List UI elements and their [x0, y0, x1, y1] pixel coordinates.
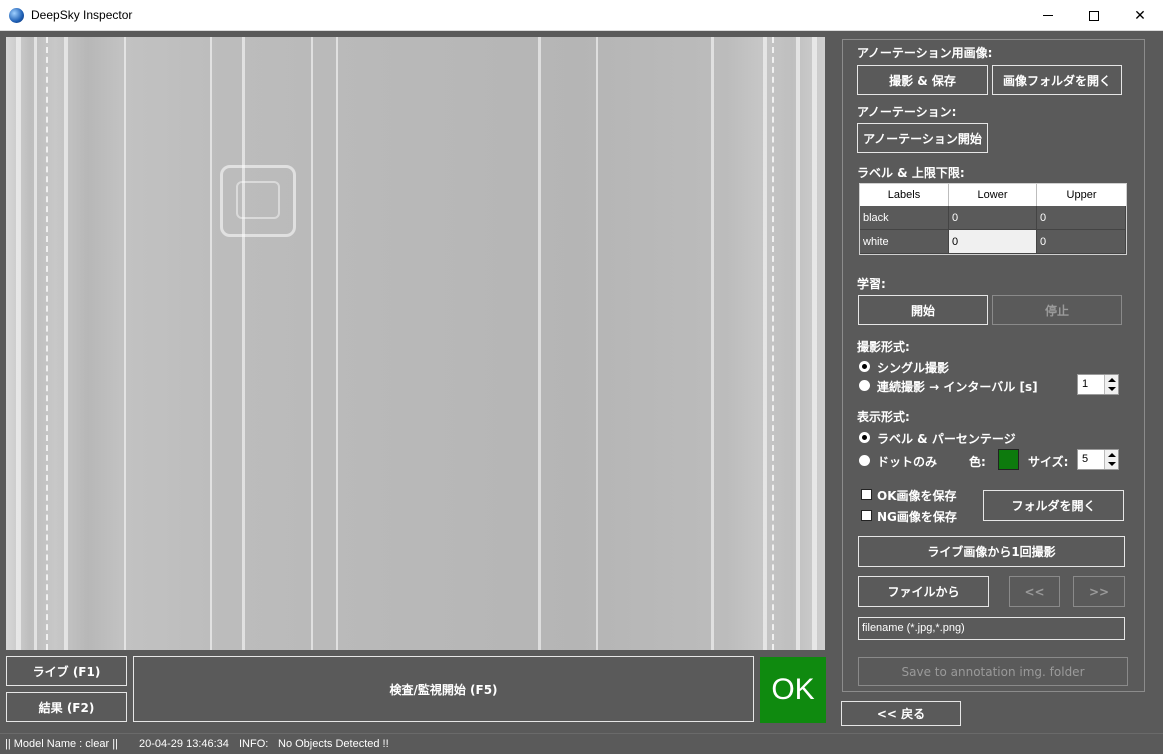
display-mode-label: 表示形式:	[857, 410, 910, 424]
from-file-button[interactable]: ファイルから	[858, 576, 989, 607]
annotation-images-label: アノーテーション用画像:	[857, 46, 993, 60]
window-title: DeepSky Inspector	[31, 8, 133, 22]
learning-label: 学習:	[857, 277, 886, 291]
next-file-button[interactable]: >>	[1073, 576, 1125, 607]
column-header-upper: Upper	[1066, 189, 1097, 201]
status-level: INFO:	[239, 738, 269, 750]
close-button[interactable]: ✕	[1117, 0, 1163, 31]
status-timestamp: 20-04-29 13:46:34	[139, 738, 229, 750]
save-ok-label: OK画像を保存	[877, 489, 957, 503]
learning-stop-button[interactable]: 停止	[992, 295, 1122, 325]
labels-table: Labels Lower Upper black 0 0 white 0 0	[859, 183, 1127, 255]
back-button[interactable]: << 戻る	[841, 701, 961, 726]
table-cell-lower[interactable]: 0	[949, 206, 1037, 230]
labels-limits-label: ラベル & 上限下限:	[857, 166, 965, 180]
interval-stepper[interactable]: 1	[1077, 374, 1119, 395]
capture-save-button[interactable]: 撮影 & 保存	[857, 65, 988, 95]
live-button[interactable]: ライブ (F1)	[6, 656, 127, 686]
save-ok-checkbox[interactable]	[861, 489, 872, 500]
label-percent-label: ラベル & パーセンテージ	[877, 432, 1016, 446]
size-value: 5	[1082, 453, 1089, 465]
table-cell-lower-editing[interactable]: 0	[949, 230, 1037, 254]
size-label: サイズ:	[1028, 455, 1069, 469]
column-header-lower: Lower	[949, 184, 1037, 206]
color-swatch[interactable]	[998, 449, 1019, 470]
capture-once-button[interactable]: ライブ画像から1回撮影	[858, 536, 1125, 567]
single-capture-label: シングル撮影	[877, 361, 950, 375]
label-percent-radio[interactable]	[859, 432, 870, 443]
table-cell-upper[interactable]: 0	[1037, 230, 1126, 254]
prev-file-button[interactable]: <<	[1009, 576, 1060, 607]
close-icon: ✕	[1134, 7, 1146, 24]
stepper-down-icon[interactable]	[1108, 387, 1116, 391]
learning-start-button[interactable]: 開始	[858, 295, 988, 325]
save-ng-label: NG画像を保存	[877, 510, 957, 524]
result-button[interactable]: 結果 (F2)	[6, 692, 127, 722]
save-ng-checkbox[interactable]	[861, 510, 872, 521]
open-image-folder-button[interactable]: 画像フォルダを開く	[992, 65, 1122, 95]
stepper-down-icon[interactable]	[1108, 462, 1116, 466]
size-stepper[interactable]: 5	[1077, 449, 1119, 470]
status-model-name: || Model Name : clear ||	[5, 738, 118, 750]
maximize-icon	[1089, 10, 1099, 21]
table-cell-label[interactable]: black	[860, 206, 949, 230]
start-inspection-button[interactable]: 検査/監視開始 (F5)	[133, 656, 754, 722]
dots-only-label: ドットのみ	[877, 455, 938, 469]
dots-only-radio[interactable]	[859, 455, 870, 466]
save-to-annotation-button[interactable]: Save to annotation img. folder	[858, 657, 1128, 686]
annotation-start-button[interactable]: アノーテーション開始	[857, 123, 988, 153]
stepper-up-icon[interactable]	[1108, 378, 1116, 382]
interval-value: 1	[1082, 378, 1089, 390]
judgement-indicator: OK	[760, 657, 826, 723]
status-bar: || Model Name : clear || 20-04-29 13:46:…	[0, 733, 1163, 754]
camera-view	[6, 37, 825, 650]
table-cell-upper[interactable]: 0	[1037, 206, 1126, 230]
single-capture-radio[interactable]	[859, 361, 870, 372]
title-bar: DeepSky Inspector ✕	[0, 0, 1163, 31]
color-label: 色:	[969, 455, 986, 469]
column-header-labels: Labels	[860, 184, 949, 206]
status-message: No Objects Detected !!	[278, 738, 389, 750]
minimize-icon	[1043, 15, 1053, 16]
minimize-button[interactable]	[1025, 0, 1071, 31]
table-header: Labels Lower Upper	[860, 184, 1126, 206]
capture-mode-label: 撮影形式:	[857, 340, 910, 354]
app-logo-icon	[9, 8, 24, 23]
continuous-capture-label: 連続撮影 → インターバル [s]	[877, 380, 1038, 394]
open-folder-button[interactable]: フォルダを開く	[983, 490, 1124, 521]
table-cell-label[interactable]: white	[860, 230, 949, 254]
maximize-button[interactable]	[1071, 0, 1117, 31]
stepper-up-icon[interactable]	[1108, 453, 1116, 457]
annotation-label: アノーテーション:	[857, 105, 957, 119]
filename-field[interactable]: filename (*.jpg,*.png)	[858, 617, 1125, 640]
continuous-capture-radio[interactable]	[859, 380, 870, 391]
